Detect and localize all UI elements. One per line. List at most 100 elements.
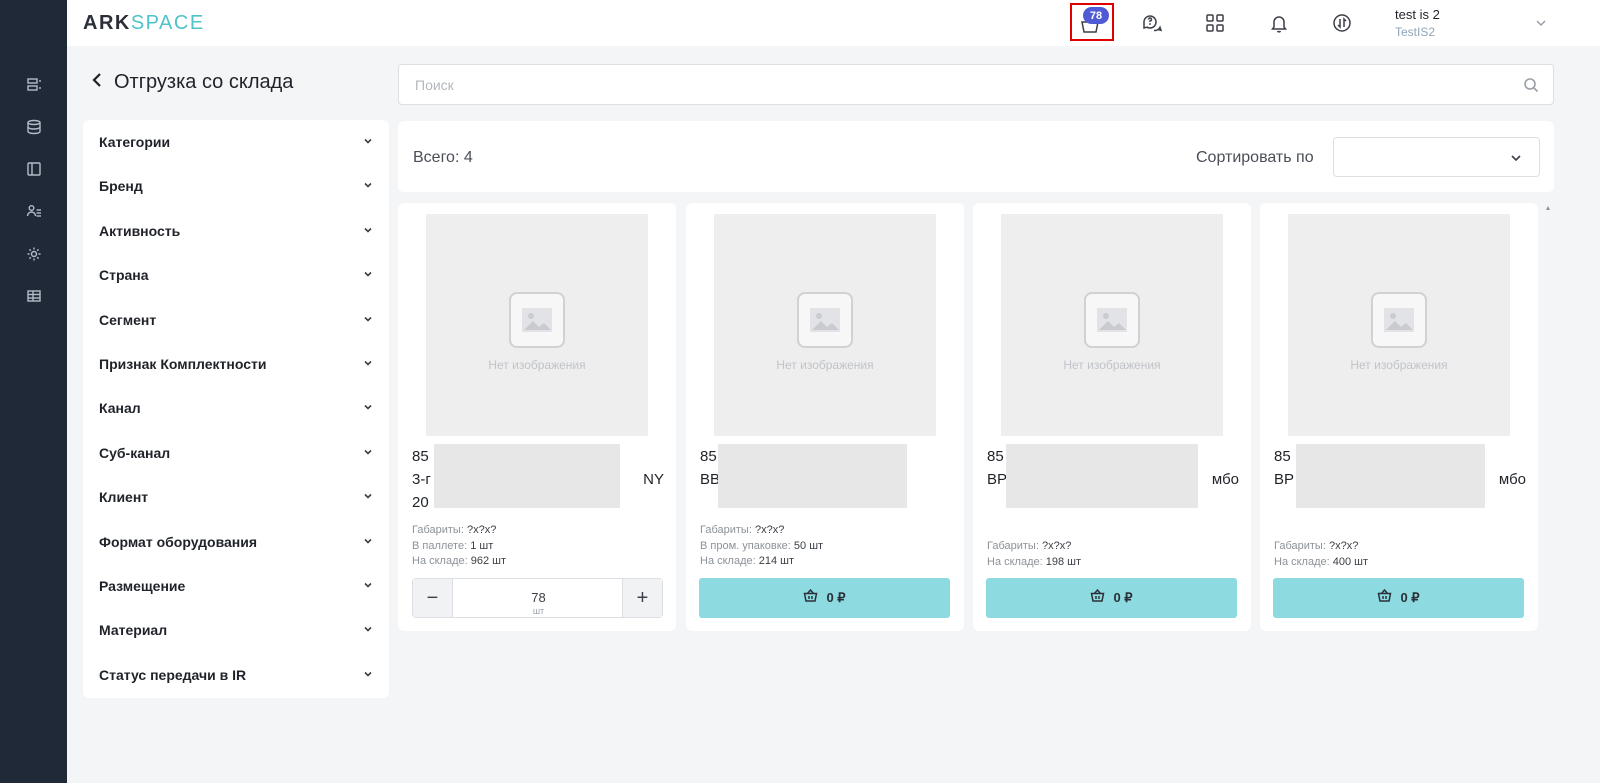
product-card[interactable]: Нет изображения 85 BP мбо Габариты: ?x?x? На … xyxy=(1260,203,1538,631)
meta-line: Габариты: ?x?x? xyxy=(1274,539,1526,555)
chevron-down-icon xyxy=(363,222,373,240)
title-start: BP xyxy=(1274,471,1295,488)
users-icon[interactable] xyxy=(25,202,43,220)
price-label: 0 ₽ xyxy=(1400,590,1420,605)
chevron-down-icon xyxy=(363,666,373,684)
panel-icon[interactable] xyxy=(25,160,43,178)
meta-line: На складе: 214 шт xyxy=(700,554,952,570)
filter-row[interactable]: Канал xyxy=(99,398,373,418)
help-chat-icon[interactable] xyxy=(1138,9,1166,37)
product-card[interactable]: Нет изображения 85 3-г NY 20 Габариты: ?x?x? В… xyxy=(398,203,676,631)
product-meta: Габариты: ?x?x? На складе: 198 шт xyxy=(987,539,1239,570)
search-icon[interactable] xyxy=(1523,77,1539,93)
basket-icon xyxy=(1377,588,1392,608)
filter-label: Размещение xyxy=(99,578,186,594)
filter-row[interactable]: Бренд xyxy=(99,176,373,196)
meta-label: Габариты: xyxy=(412,524,467,536)
no-image-caption: Нет изображения xyxy=(1350,358,1448,372)
back-arrow-icon[interactable] xyxy=(90,71,104,94)
scroll-up-icon[interactable] xyxy=(1546,205,1550,211)
chevron-down-icon xyxy=(363,355,373,373)
chevron-down-icon xyxy=(363,311,373,329)
sort-select[interactable] xyxy=(1333,137,1540,177)
total-count: Всего: 4 xyxy=(413,149,473,166)
quantity-value[interactable]: 78 xyxy=(453,590,624,605)
meta-label: Габариты: xyxy=(987,540,1042,552)
filter-row[interactable]: Статус передачи в IR xyxy=(99,665,373,685)
title-start: 85 xyxy=(1274,448,1291,465)
settings-icon[interactable] xyxy=(25,245,43,263)
bell-icon[interactable] xyxy=(1265,9,1293,37)
meta-label: В паллете: xyxy=(412,539,471,552)
chevron-down-icon xyxy=(363,177,373,195)
meta-line: На складе: 962 шт xyxy=(412,554,664,570)
title-end: мбо xyxy=(1211,471,1239,488)
increase-button[interactable]: + xyxy=(622,579,662,617)
filter-label: Сегмент xyxy=(99,311,157,328)
title-start: 20 xyxy=(412,494,429,511)
filter-row[interactable]: Категории xyxy=(99,132,373,152)
filter-row[interactable]: Размещение xyxy=(99,576,373,596)
search-box xyxy=(398,64,1554,105)
sync-icon[interactable] xyxy=(1328,9,1356,37)
no-image-caption: Нет изображения xyxy=(1063,358,1161,372)
chevron-down-icon xyxy=(363,444,373,462)
image-icon xyxy=(509,292,565,348)
product-meta: Габариты: ?x?x? В паллете: 1 шт На складе:… xyxy=(412,523,664,570)
user-menu[interactable]: test is 2 TestIS2 xyxy=(1395,7,1440,39)
meta-value: 198 шт xyxy=(1045,555,1082,568)
table-icon[interactable] xyxy=(25,287,43,305)
filter-row[interactable]: Признак Комплектности xyxy=(99,354,373,374)
filter-label: Бренд xyxy=(99,178,143,195)
redacted-area xyxy=(434,444,620,508)
meta-value: 50 шт xyxy=(793,539,824,552)
database-icon[interactable] xyxy=(25,118,43,136)
chevron-down-icon[interactable] xyxy=(1534,16,1548,30)
search-input[interactable] xyxy=(415,75,1495,95)
redacted-area xyxy=(718,444,907,508)
meta-value: ?x?x? xyxy=(1328,540,1359,552)
chevron-down-icon xyxy=(363,266,373,284)
filter-row[interactable]: Страна xyxy=(99,265,373,285)
filter-row[interactable]: Суб-канал xyxy=(99,443,373,463)
meta-line: На складе: 400 шт xyxy=(1274,555,1526,571)
filter-row[interactable]: Материал xyxy=(99,620,373,640)
filter-label: Статус передачи в IR xyxy=(99,666,247,683)
apps-grid-icon[interactable] xyxy=(1201,9,1229,37)
product-card[interactable]: Нет изображения 85 BP мбо Габариты: ?x?x? На … xyxy=(973,203,1251,631)
no-image-caption: Нет изображения xyxy=(488,358,586,372)
user-company: TestIS2 xyxy=(1395,25,1436,39)
results-bar: Всего: 4 Сортировать по xyxy=(398,121,1554,192)
basket-icon xyxy=(803,588,818,608)
product-card[interactable]: Нет изображения 85 BB Габариты: ?x?x? В пром… xyxy=(686,203,964,631)
chevron-down-icon xyxy=(363,399,373,417)
redacted-area xyxy=(1296,444,1485,508)
quantity-unit: шт xyxy=(532,606,545,616)
filter-row[interactable]: Активность xyxy=(99,221,373,241)
filter-row[interactable]: Сегмент xyxy=(99,310,373,330)
title-end: NY xyxy=(643,471,664,488)
add-to-cart-button[interactable]: 0 ₽ xyxy=(699,578,950,618)
meta-value: ?x?x? xyxy=(1041,540,1072,552)
title-start: 85 xyxy=(700,448,717,465)
decrease-button[interactable]: − xyxy=(413,579,453,617)
meta-label: На складе: xyxy=(1274,555,1333,568)
add-to-cart-button[interactable]: 0 ₽ xyxy=(986,578,1237,618)
meta-label: На складе: xyxy=(412,555,471,567)
product-image-placeholder: Нет изображения xyxy=(1288,214,1510,436)
add-to-cart-button[interactable]: 0 ₽ xyxy=(1273,578,1524,618)
cart-count-badge: 78 xyxy=(1083,7,1109,24)
filter-row[interactable]: Формат оборудования xyxy=(99,532,373,552)
chevron-down-icon xyxy=(363,133,373,151)
logo[interactable]: ARKSPACE xyxy=(83,12,205,35)
list-icon[interactable] xyxy=(25,76,43,94)
filter-row[interactable]: Клиент xyxy=(99,487,373,507)
quantity-stepper[interactable]: −78 шт + xyxy=(412,578,663,618)
chevron-down-icon xyxy=(363,577,373,595)
chevron-down-icon xyxy=(1509,151,1523,165)
image-icon xyxy=(1371,292,1427,348)
title-start: 85 xyxy=(412,448,429,465)
meta-label: На складе: xyxy=(700,555,759,567)
product-meta: Габариты: ?x?x? В пром. упаковке: 50 шт На… xyxy=(700,523,952,570)
filter-label: Материал xyxy=(99,622,168,639)
